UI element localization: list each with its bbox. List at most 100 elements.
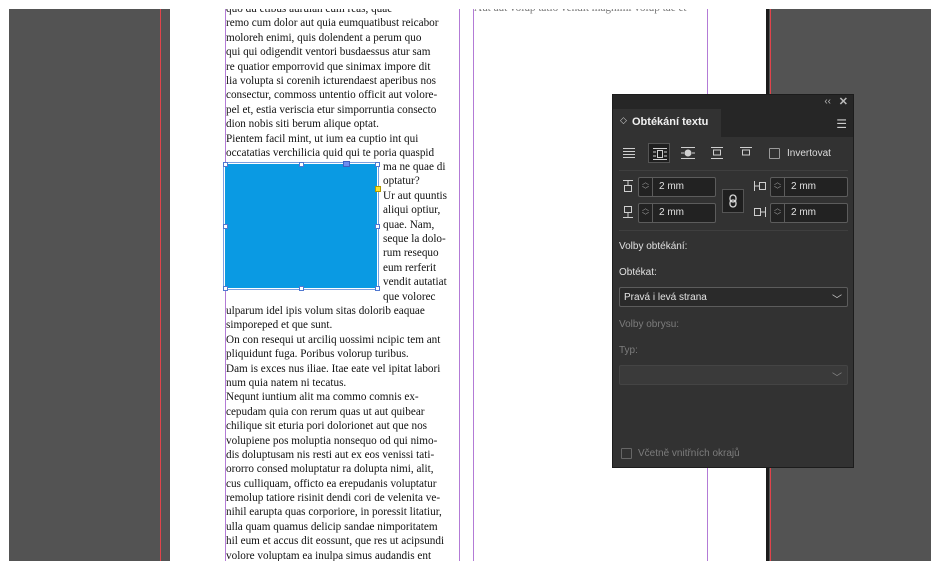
text-line: remo cum dolor aut quia eumquatibust rei… bbox=[226, 17, 439, 30]
text-line: Aut aut volup tatio vendit magnimi volup… bbox=[474, 9, 687, 15]
invert-label: Invertovat bbox=[787, 148, 831, 159]
jump-to-next-column-icon bbox=[740, 147, 752, 156]
text-line: num quia natem ni tecatus. bbox=[226, 376, 347, 389]
frame-handle-bottom-right[interactable] bbox=[375, 286, 380, 291]
text-line: simporeped et que sunt. bbox=[226, 319, 333, 332]
frame-handle-top-left[interactable] bbox=[223, 162, 228, 167]
wrap-to-value: Pravá i levá strana bbox=[624, 292, 707, 303]
left-offset-icon bbox=[754, 181, 766, 191]
panel-tab-row: ◇ Obtékání textu ☰ bbox=[613, 109, 853, 137]
text-line: On con resequi ut arciliq uossimi ncipic… bbox=[226, 333, 441, 346]
jump-object-button[interactable] bbox=[706, 143, 728, 163]
wrap-to-label: Obtékat: bbox=[619, 267, 657, 278]
top-offset-icon bbox=[623, 180, 633, 192]
text-line: vendit autatiat bbox=[383, 276, 447, 289]
wrap-bounding-box-button[interactable] bbox=[648, 143, 670, 163]
left-offset-value: 2 mm bbox=[791, 181, 816, 192]
text-line: ma ne quae di bbox=[383, 161, 446, 173]
text-line: Pientem facil mint, ut ium ea cuptio int… bbox=[226, 132, 419, 145]
invert-checkbox[interactable] bbox=[769, 148, 780, 159]
include-inside-edges-checkbox[interactable] bbox=[621, 448, 632, 459]
frame-handle-bottom-left[interactable] bbox=[223, 286, 228, 291]
frame-handle-top-right[interactable] bbox=[375, 162, 380, 167]
contour-options-label: Volby obrysu: bbox=[619, 319, 680, 330]
chain-link-icon bbox=[729, 194, 737, 208]
frame-handle-top[interactable] bbox=[299, 162, 304, 167]
selected-image-frame[interactable] bbox=[225, 164, 377, 288]
left-offset-stepper[interactable]: ︿ ﹀ bbox=[771, 178, 785, 196]
no-wrap-button[interactable] bbox=[618, 143, 640, 163]
text-line: occatatias verchilicia quid qui te poria… bbox=[226, 146, 435, 159]
text-column-right[interactable]: Aut aut volup tatio vendit magnimi volup… bbox=[474, 9, 687, 15]
text-line: hil eum et accus dit eossunt, que res ut… bbox=[226, 535, 445, 548]
text-line: consectur, commoss untentio officit aut … bbox=[226, 89, 438, 102]
bottom-offset-stepper[interactable]: ︿ ﹀ bbox=[639, 204, 653, 222]
text-line: rum resequo bbox=[383, 247, 439, 260]
text-line: eum rerferit bbox=[383, 261, 437, 274]
bottom-offset-field[interactable]: ︿ ﹀ 2 mm bbox=[638, 203, 716, 223]
text-line: re quatior emporrovid que sinimax impore… bbox=[226, 60, 431, 73]
text-line: que volorec bbox=[383, 290, 436, 303]
text-line: cus culliquam, officto ea erepudanis vol… bbox=[226, 477, 437, 490]
text-line: volupiene pos moluptia nonsequo od qui n… bbox=[226, 434, 438, 447]
tab-text-wrap[interactable]: ◇ Obtékání textu bbox=[613, 109, 721, 137]
text-line: remolup tatiore risinit dendi cori de ve… bbox=[226, 492, 441, 505]
frame-handle-left[interactable] bbox=[223, 224, 228, 229]
right-offset-icon bbox=[754, 207, 766, 217]
text-line: pliquidunt fuga. Poribus volorup turibus… bbox=[226, 348, 409, 361]
left-offset-field[interactable]: ︿ ﹀ 2 mm bbox=[770, 177, 848, 197]
double-chevron-left-icon[interactable]: ‹‹ bbox=[824, 95, 831, 109]
chevron-down-icon: ﹀ bbox=[832, 373, 842, 384]
panel-collapse-toggle-icon[interactable]: ◇ bbox=[620, 115, 627, 126]
wrap-to-dropdown[interactable]: Pravá i levá strana ﹀ bbox=[619, 287, 848, 307]
text-line: aliqui optiur, bbox=[383, 204, 441, 217]
jump-object-icon bbox=[711, 147, 723, 159]
text-line: ulla quam quamus delicip sandae nimporit… bbox=[226, 520, 438, 533]
text-line: lia volupta si corenih icturendaest aper… bbox=[226, 74, 437, 87]
corner-options-handle[interactable] bbox=[375, 186, 381, 192]
type-label: Typ: bbox=[619, 345, 638, 356]
tab-title: Obtékání textu bbox=[632, 116, 709, 128]
text-line: dis doluptusam nis resti aut ex eos veni… bbox=[226, 448, 435, 461]
make-all-settings-same-button[interactable] bbox=[722, 189, 744, 213]
frame-handle-right[interactable] bbox=[375, 224, 380, 229]
panel-title-bar[interactable]: ‹‹ ✕ bbox=[613, 95, 853, 109]
jump-to-next-column-button[interactable] bbox=[735, 143, 757, 163]
text-column-left-bottom[interactable]: ulparum idel ipis volum sitas dolorib ea… bbox=[226, 304, 444, 561]
chevron-down-icon: ﹀ bbox=[832, 295, 842, 306]
type-dropdown[interactable]: ﹀ bbox=[619, 365, 848, 385]
top-offset-field[interactable]: ︿ ﹀ 2 mm bbox=[638, 177, 716, 197]
right-offset-stepper[interactable]: ︿ ﹀ bbox=[771, 204, 785, 222]
text-line: pel et, estia veriscia etur simporruntia… bbox=[226, 103, 437, 116]
wrap-object-shape-button[interactable] bbox=[677, 143, 699, 163]
frame-handle-bottom[interactable] bbox=[299, 286, 304, 291]
text-line: ulparum idel ipis volum sitas dolorib ea… bbox=[226, 305, 425, 317]
include-inside-edges-label: Včetně vnitřních okrajů bbox=[638, 448, 740, 459]
text-wrap-panel: ‹‹ ✕ ◇ Obtékání textu ☰ Invertovat ︿ ﹀ 2… bbox=[612, 94, 854, 468]
right-offset-field[interactable]: ︿ ﹀ 2 mm bbox=[770, 203, 848, 223]
close-icon[interactable]: ✕ bbox=[839, 95, 848, 109]
bottom-offset-value: 2 mm bbox=[659, 207, 684, 218]
text-line: optatur? bbox=[383, 175, 420, 188]
hamburger-menu-icon[interactable]: ☰ bbox=[836, 117, 847, 131]
text-wrapped-right[interactable]: ma ne quae di optatur? Ur aut quuntis aliqu… bbox=[383, 160, 447, 304]
text-line: chilique sit eturia pori dolorionet aut … bbox=[226, 420, 428, 433]
text-column-left-top[interactable]: quo du etlbus aurulan cum reas, quae remo… bbox=[226, 9, 439, 160]
text-line: seque la dolo- bbox=[383, 232, 446, 245]
wrap-options-label: Volby obtékání: bbox=[619, 241, 688, 252]
text-line: Nequnt iuntium alit ma commo comnis ex- bbox=[226, 391, 419, 404]
text-line: Dam is exces nus iliae. Itae eate vel ip… bbox=[226, 362, 441, 375]
panel-separator bbox=[619, 170, 848, 171]
text-line: ororro consed moluptatur ra dolupta nimi… bbox=[226, 463, 434, 476]
column-guide-1 bbox=[459, 9, 460, 561]
text-line: nihil earupta quas corporiore, in poress… bbox=[226, 506, 442, 519]
content-grabber-icon[interactable] bbox=[343, 161, 350, 167]
panel-separator bbox=[619, 230, 848, 231]
right-offset-value: 2 mm bbox=[791, 207, 816, 218]
text-line: quae. Nam, bbox=[383, 218, 435, 231]
text-line: quo du etlbus aurulan cum reas, quae bbox=[226, 9, 393, 15]
wrap-object-shape-icon bbox=[681, 147, 695, 159]
wrap-bounding-box-icon bbox=[653, 148, 667, 160]
top-offset-stepper[interactable]: ︿ ﹀ bbox=[639, 178, 653, 196]
text-line: Ur aut quuntis bbox=[383, 189, 448, 202]
